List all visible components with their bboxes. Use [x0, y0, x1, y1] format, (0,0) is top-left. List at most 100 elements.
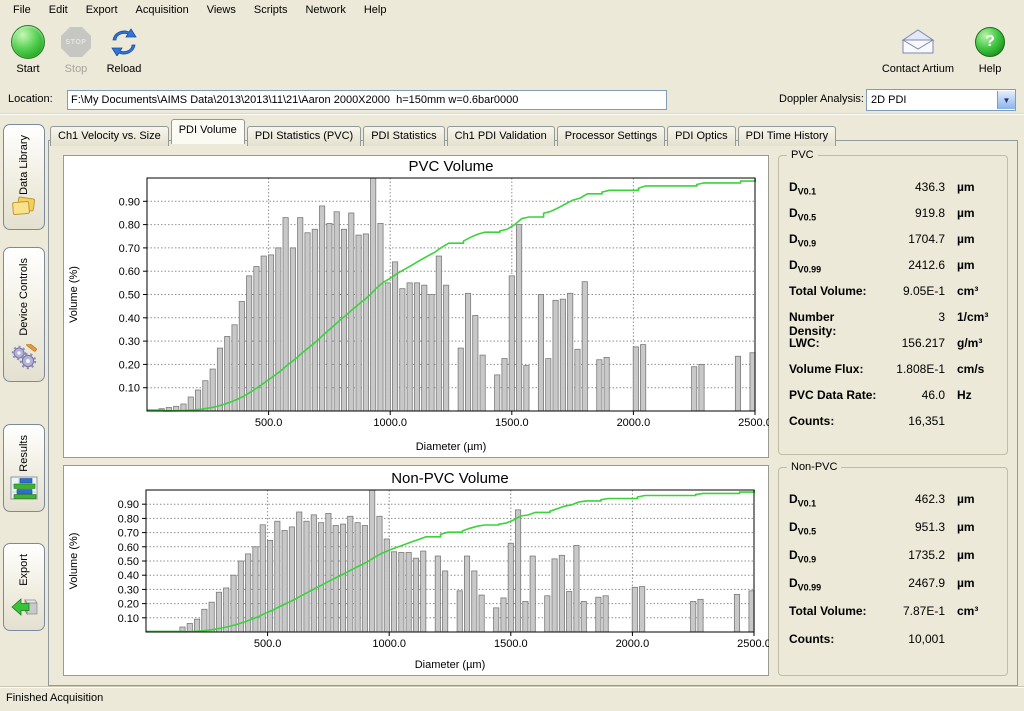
svg-text:0.20: 0.20: [119, 359, 140, 371]
menu-network[interactable]: Network: [296, 1, 354, 19]
stat-row: DV0.91704.7µm: [789, 232, 999, 249]
menu-scripts[interactable]: Scripts: [245, 1, 297, 19]
gears-icon: [10, 344, 38, 373]
svg-text:0.50: 0.50: [118, 556, 139, 568]
stat-unit: µm: [945, 180, 999, 194]
stat-row: Counts:16,351: [789, 414, 999, 431]
stat-value: 3: [879, 310, 945, 324]
stat-label: Counts:: [789, 414, 879, 428]
svg-text:0.80: 0.80: [119, 220, 140, 232]
stop-button[interactable]: STOP Stop: [56, 23, 96, 75]
status-bar-text: Finished Acquisition: [6, 692, 103, 704]
stat-row: DV0.1462.3µm: [789, 492, 999, 509]
location-input[interactable]: [67, 90, 667, 110]
tab-pdi-statistics[interactable]: PDI Statistics: [363, 126, 444, 146]
stat-value: 10,001: [879, 632, 945, 646]
tab-processor-settings[interactable]: Processor Settings: [557, 126, 665, 146]
stop-button-label: Stop: [65, 63, 88, 75]
stat-row: Number Density:31/cm³: [789, 310, 999, 327]
location-row: Location: Doppler Analysis: 2D PDI ▼: [0, 88, 1024, 112]
stat-unit: Hz: [945, 388, 999, 402]
tab-bar: Ch1 Velocity vs. SizePDI VolumePDI Stati…: [50, 119, 838, 141]
svg-text:0.60: 0.60: [119, 266, 140, 278]
folders-icon: [10, 195, 38, 222]
svg-text:0.40: 0.40: [119, 313, 140, 325]
stat-row: Total Volume:7.87E-1cm³: [789, 604, 999, 621]
contact-artium-label: Contact Artium: [882, 63, 954, 75]
menu-views[interactable]: Views: [198, 1, 245, 19]
doppler-analysis-select[interactable]: 2D PDI ▼: [866, 89, 1016, 111]
start-button-label: Start: [16, 63, 39, 75]
menu-edit[interactable]: Edit: [40, 1, 77, 19]
svg-text:0.70: 0.70: [118, 528, 139, 540]
non-pvc-stats-title: Non-PVC: [787, 461, 841, 473]
stat-value: 2467.9: [879, 576, 945, 590]
doppler-analysis-value: 2D PDI: [867, 94, 997, 106]
chevron-down-icon[interactable]: ▼: [997, 91, 1015, 109]
stat-label: DV0.5: [789, 520, 879, 536]
sidebar-item-device-controls[interactable]: Device Controls: [3, 247, 45, 382]
contact-artium-button[interactable]: Contact Artium: [882, 23, 954, 75]
start-button[interactable]: Start: [8, 23, 48, 75]
stat-label: Counts:: [789, 632, 879, 646]
stat-value: 1.808E-1: [879, 362, 945, 376]
help-icon: ?: [975, 27, 1005, 57]
svg-text:Diameter (µm): Diameter (µm): [415, 659, 486, 671]
stat-value: 919.8: [879, 206, 945, 220]
bar-chart-icon: [10, 476, 38, 503]
stat-row: DV0.91735.2µm: [789, 548, 999, 565]
stat-row: DV0.992467.9µm: [789, 576, 999, 593]
tab-pdi-optics[interactable]: PDI Optics: [667, 126, 736, 146]
reload-icon: [108, 23, 140, 61]
svg-text:2500.0: 2500.0: [737, 638, 769, 650]
sidebar-item-data-library[interactable]: Data Library: [3, 124, 45, 230]
svg-text:Volume (%): Volume (%): [68, 266, 80, 323]
pvc-volume-chart: 0.100.200.300.400.500.600.700.800.90500.…: [63, 155, 769, 458]
sidebar-item-label: Device Controls: [18, 258, 30, 336]
stat-row: Counts:10,001: [789, 632, 999, 649]
stat-unit: cm/s: [945, 362, 999, 376]
stat-unit: cm³: [945, 284, 999, 298]
non-pvc-stats-group: Non-PVC DV0.1462.3µmDV0.5951.3µmDV0.9173…: [778, 467, 1008, 676]
svg-text:2000.0: 2000.0: [617, 417, 651, 429]
status-separator: [0, 686, 1024, 688]
stat-unit: µm: [945, 258, 999, 272]
svg-text:0.30: 0.30: [118, 584, 139, 596]
stat-row: LWC:156.217g/m³: [789, 336, 999, 353]
stat-value: 156.217: [879, 336, 945, 350]
tab-pdi-time-history[interactable]: PDI Time History: [738, 126, 837, 146]
menu-acquisition[interactable]: Acquisition: [127, 1, 198, 19]
menu-export[interactable]: Export: [77, 1, 127, 19]
svg-text:0.10: 0.10: [119, 383, 140, 395]
menu-bar: FileEditExportAcquisitionViewsScriptsNet…: [0, 0, 1024, 19]
stat-value: 7.87E-1: [879, 604, 945, 618]
svg-text:0.90: 0.90: [118, 499, 139, 511]
stat-label: DV0.1: [789, 492, 879, 508]
svg-text:2500.0: 2500.0: [738, 417, 769, 429]
stat-unit: g/m³: [945, 336, 999, 350]
tab-ch1-velocity-vs-size[interactable]: Ch1 Velocity vs. Size: [50, 126, 169, 146]
tab-pdi-statistics-pvc[interactable]: PDI Statistics (PVC): [247, 126, 361, 146]
stat-row: Volume Flux:1.808E-1cm/s: [789, 362, 999, 379]
header-separator: [0, 113, 1024, 115]
menu-help[interactable]: Help: [355, 1, 396, 19]
stat-label: PVC Data Rate:: [789, 388, 879, 402]
svg-text:1500.0: 1500.0: [495, 417, 529, 429]
svg-text:0.70: 0.70: [119, 243, 140, 255]
tab-ch1-pdi-validation[interactable]: Ch1 PDI Validation: [447, 126, 555, 146]
svg-text:0.60: 0.60: [118, 542, 139, 554]
svg-text:1000.0: 1000.0: [372, 638, 406, 650]
stat-label: DV0.9: [789, 232, 879, 248]
stat-unit: µm: [945, 548, 999, 562]
help-button[interactable]: ? Help: [970, 23, 1010, 75]
help-button-label: Help: [979, 63, 1002, 75]
tab-pdi-volume[interactable]: PDI Volume: [171, 119, 245, 144]
doppler-analysis-label: Doppler Analysis:: [779, 93, 864, 105]
stat-unit: µm: [945, 492, 999, 506]
sidebar-item-results[interactable]: Results: [3, 424, 45, 512]
location-label: Location:: [8, 93, 53, 105]
svg-text:1500.0: 1500.0: [494, 638, 528, 650]
sidebar-item-export[interactable]: Export: [3, 543, 45, 631]
menu-file[interactable]: File: [4, 1, 40, 19]
reload-button[interactable]: Reload: [104, 23, 144, 75]
